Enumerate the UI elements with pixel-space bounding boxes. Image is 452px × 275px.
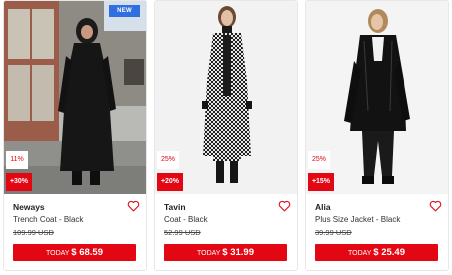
today-label: TODAY xyxy=(46,250,72,257)
today-price: $ 68.59 xyxy=(71,247,103,258)
today-label: TODAY xyxy=(197,250,223,257)
product-info: Alia Plus Size Jacket - Black 39.99 USD xyxy=(315,202,442,238)
extra-discount-badge: +20% xyxy=(157,173,183,191)
product-name[interactable]: Trench Coat - Black xyxy=(13,214,140,225)
product-grid: NEW 11% +30% Neways Trench Coat - Black … xyxy=(0,0,452,275)
product-name[interactable]: Plus Size Jacket - Black xyxy=(315,214,442,225)
product-info: Tavin Coat - Black 52.99 USD xyxy=(164,202,291,238)
heart-outline-icon[interactable] xyxy=(127,200,140,212)
extra-discount-badge: +15% xyxy=(308,173,334,191)
discount-percent-badge: 25% xyxy=(308,151,330,169)
heart-outline-icon[interactable] xyxy=(278,200,291,212)
today-price-button[interactable]: TODAY $ 68.59 xyxy=(13,244,136,261)
extra-discount-badge: +30% xyxy=(6,173,32,191)
product-card[interactable]: 25% +15% Alia Plus Size Jacket - Black 3… xyxy=(305,0,449,271)
today-price-button[interactable]: TODAY $ 25.49 xyxy=(315,244,438,261)
heart-outline-icon[interactable] xyxy=(429,200,442,212)
product-card[interactable]: NEW 11% +30% Neways Trench Coat - Black … xyxy=(3,0,147,271)
product-info: Neways Trench Coat - Black 109.99 USD xyxy=(13,202,140,238)
today-label: TODAY xyxy=(348,250,374,257)
today-price: $ 25.49 xyxy=(373,247,405,258)
today-price-button[interactable]: TODAY $ 31.99 xyxy=(164,244,287,261)
old-price: 39.99 USD xyxy=(315,228,352,237)
old-price: 109.99 USD xyxy=(13,228,54,237)
discount-percent-badge: 25% xyxy=(157,151,179,169)
today-price: $ 31.99 xyxy=(222,247,254,258)
product-name[interactable]: Coat - Black xyxy=(164,214,291,225)
product-card[interactable]: 25% +20% Tavin Coat - Black 52.99 USD TO… xyxy=(154,0,298,271)
product-brand[interactable]: Neways xyxy=(13,202,140,213)
product-brand[interactable]: Alia xyxy=(315,202,442,213)
old-price: 52.99 USD xyxy=(164,228,201,237)
discount-percent-badge: 11% xyxy=(6,151,28,169)
new-badge: NEW xyxy=(109,5,140,17)
product-brand[interactable]: Tavin xyxy=(164,202,291,213)
